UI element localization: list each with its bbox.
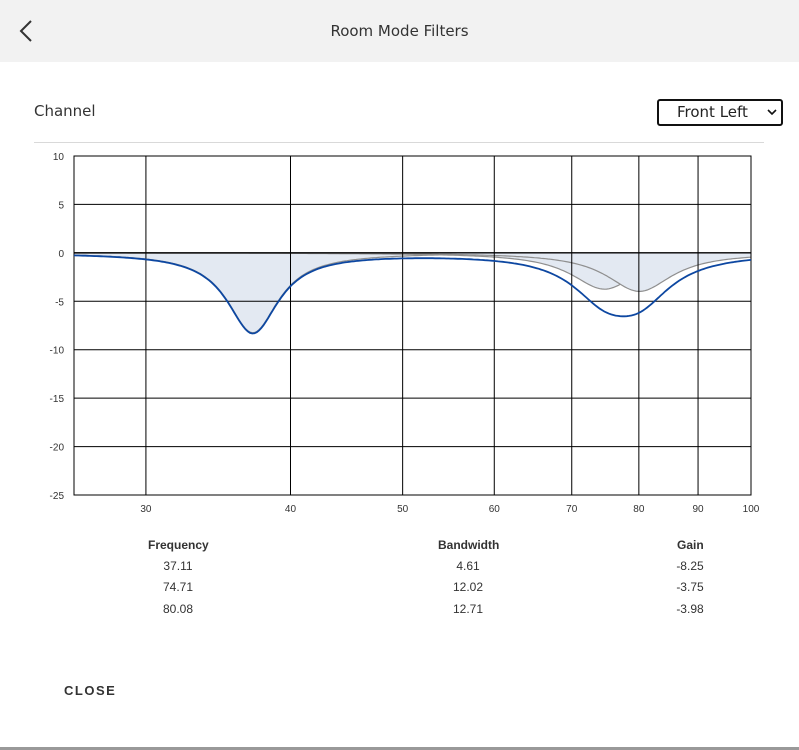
y-tick-label: -20 xyxy=(50,443,65,454)
bandwidth-cell: 12.71 xyxy=(452,602,484,616)
chevron-down-icon xyxy=(767,109,777,116)
x-tick-label: 70 xyxy=(566,504,578,515)
frequency-header: Frequency xyxy=(148,538,209,552)
x-tick-label: 80 xyxy=(633,504,645,515)
bandwidth-cell: 12.02 xyxy=(452,580,484,594)
close-button[interactable]: CLOSE xyxy=(64,683,116,698)
gain-cell: -3.98 xyxy=(676,602,704,616)
y-tick-label: 0 xyxy=(58,249,64,260)
frequency-cell: 74.71 xyxy=(162,580,194,594)
plot-frame xyxy=(73,155,752,496)
x-tick-label: 100 xyxy=(743,504,760,515)
frequency-cell: 80.08 xyxy=(162,602,194,616)
y-tick-label: 5 xyxy=(58,200,64,211)
frequency-cell: 37.11 xyxy=(163,559,193,573)
channel-select-value: Front Left xyxy=(677,103,748,121)
x-tick-label: 90 xyxy=(692,504,704,515)
channel-label: Channel xyxy=(34,102,96,120)
y-tick-label: -25 xyxy=(50,491,65,502)
y-tick-label: 10 xyxy=(53,152,65,163)
bandwidth-header: Bandwidth xyxy=(438,538,500,552)
bandwidth-cell: 4.61 xyxy=(456,559,480,573)
x-tick-label: 60 xyxy=(489,504,501,515)
page-title: Room Mode Filters xyxy=(330,22,469,40)
divider xyxy=(34,142,764,143)
channel-select[interactable]: Front Left xyxy=(657,99,783,126)
gain-header: Gain xyxy=(677,538,704,552)
y-tick-label: -10 xyxy=(50,346,65,357)
y-tick-label: -5 xyxy=(55,297,64,308)
x-tick-label: 40 xyxy=(285,504,297,515)
filter-response-chart: 1050-5-10-15-20-2530 40 50 60 70 80 90 100 xyxy=(50,152,760,515)
x-tick-label: 50 xyxy=(397,504,409,515)
header-bar: Room Mode Filters xyxy=(0,0,799,62)
x-tick-label: 30 xyxy=(140,504,152,515)
gain-cell: -3.75 xyxy=(676,580,704,594)
gain-cell: -8.25 xyxy=(676,559,704,573)
y-tick-label: -15 xyxy=(50,394,65,405)
